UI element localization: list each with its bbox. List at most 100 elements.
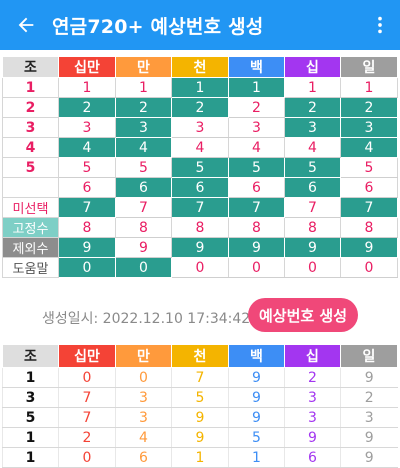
result-cell-2-5: 3 bbox=[284, 407, 341, 428]
number-selection-grid: 조 십만 만 천 백 십 일 1 1 1 1 1 1 1 2 2 2 2 2 2 2 3 3 3 3 3 3 3 4 4 4 4 4 4 4 5 5 5 5… bbox=[2, 56, 398, 278]
result-cell-2-1: 7 bbox=[58, 407, 116, 428]
grid-cell-6-2[interactable]: 7 bbox=[171, 197, 229, 218]
grid-cell-5-4[interactable]: 6 bbox=[284, 177, 341, 198]
result-cell-1-5: 3 bbox=[284, 387, 341, 408]
result-header-2: 만 bbox=[115, 344, 172, 368]
grid-row-label-1: 2 bbox=[2, 97, 59, 118]
grid-row-label-8[interactable]: 제외수 bbox=[2, 237, 59, 258]
grid-cell-9-1[interactable]: 0 bbox=[115, 257, 172, 278]
grid-header-1: 십만 bbox=[58, 56, 116, 78]
grid-cell-0-5[interactable]: 1 bbox=[340, 77, 398, 98]
grid-cell-8-5[interactable]: 9 bbox=[340, 237, 398, 258]
grid-cell-4-0[interactable]: 5 bbox=[58, 157, 116, 178]
grid-cell-6-5[interactable]: 7 bbox=[340, 197, 398, 218]
back-button[interactable] bbox=[0, 0, 52, 50]
grid-cell-3-4[interactable]: 4 bbox=[284, 137, 341, 158]
result-cell-4-2: 6 bbox=[115, 447, 172, 468]
grid-cell-3-1[interactable]: 4 bbox=[115, 137, 172, 158]
grid-cell-2-0[interactable]: 3 bbox=[58, 117, 116, 138]
grid-cell-0-4[interactable]: 1 bbox=[284, 77, 341, 98]
grid-cell-1-3[interactable]: 2 bbox=[228, 97, 285, 118]
result-cell-2-4: 9 bbox=[228, 407, 285, 428]
grid-cell-3-5[interactable]: 4 bbox=[340, 137, 398, 158]
grid-cell-2-3[interactable]: 3 bbox=[228, 117, 285, 138]
generate-button[interactable]: 예상번호 생성 bbox=[248, 298, 358, 332]
grid-cell-0-2[interactable]: 1 bbox=[171, 77, 229, 98]
result-row: 3735932 bbox=[2, 387, 398, 408]
result-cell-1-0: 3 bbox=[2, 387, 59, 408]
grid-cell-8-1[interactable]: 9 bbox=[115, 237, 172, 258]
result-cell-1-4: 9 bbox=[228, 387, 285, 408]
grid-cell-9-0[interactable]: 0 bbox=[58, 257, 116, 278]
grid-cell-5-3[interactable]: 6 bbox=[228, 177, 285, 198]
app-bar: 연금720+ 예상번호 생성 bbox=[0, 0, 400, 50]
result-cell-3-1: 2 bbox=[58, 427, 116, 448]
grid-cell-9-5[interactable]: 0 bbox=[340, 257, 398, 278]
grid-cell-7-3[interactable]: 8 bbox=[228, 217, 285, 238]
grid-cell-7-4[interactable]: 8 bbox=[284, 217, 341, 238]
grid-cell-2-5[interactable]: 3 bbox=[340, 117, 398, 138]
result-cell-3-3: 9 bbox=[171, 427, 229, 448]
grid-cell-8-4[interactable]: 9 bbox=[284, 237, 341, 258]
grid-cell-8-2[interactable]: 9 bbox=[171, 237, 229, 258]
result-row: 1061169 bbox=[2, 447, 398, 468]
grid-cell-6-4[interactable]: 7 bbox=[284, 197, 341, 218]
grid-cell-8-3[interactable]: 9 bbox=[228, 237, 285, 258]
grid-cell-7-1[interactable]: 8 bbox=[115, 217, 172, 238]
result-cell-3-6: 9 bbox=[340, 427, 398, 448]
grid-cell-1-4[interactable]: 2 bbox=[284, 97, 341, 118]
grid-cell-1-0[interactable]: 2 bbox=[58, 97, 116, 118]
grid-row-label-9[interactable]: 도움말 bbox=[2, 257, 59, 278]
grid-cell-4-5[interactable]: 5 bbox=[340, 157, 398, 178]
grid-row-label-6[interactable]: 미선택 bbox=[2, 197, 59, 218]
grid-cell-5-5[interactable]: 6 bbox=[340, 177, 398, 198]
grid-cell-2-4[interactable]: 3 bbox=[284, 117, 341, 138]
grid-cell-0-0[interactable]: 1 bbox=[58, 77, 116, 98]
grid-header-2: 만 bbox=[115, 56, 172, 78]
grid-row-label-4: 5 bbox=[2, 157, 59, 178]
grid-cell-4-1[interactable]: 5 bbox=[115, 157, 172, 178]
result-header-3: 천 bbox=[171, 344, 229, 368]
results-table: 조 십만 만 천 백 십 일 1 0 0 7 9 2 9 3 7 3 5 9 3 2 5 7 3 9 9 3 3 1 2 4 9 5 9 9 1 0 6 1… bbox=[2, 344, 398, 468]
grid-cell-6-1[interactable]: 7 bbox=[115, 197, 172, 218]
grid-cell-4-4[interactable]: 5 bbox=[284, 157, 341, 178]
result-cell-0-1: 0 bbox=[58, 367, 116, 388]
grid-cell-6-0[interactable]: 7 bbox=[58, 197, 116, 218]
grid-cell-1-2[interactable]: 2 bbox=[171, 97, 229, 118]
grid-cell-1-1[interactable]: 2 bbox=[115, 97, 172, 118]
grid-row-label-5 bbox=[2, 177, 59, 198]
grid-cell-1-5[interactable]: 2 bbox=[340, 97, 398, 118]
grid-cell-8-0[interactable]: 9 bbox=[58, 237, 116, 258]
grid-cell-9-4[interactable]: 0 bbox=[284, 257, 341, 278]
result-header-5: 십 bbox=[284, 344, 341, 368]
grid-cell-5-1[interactable]: 6 bbox=[115, 177, 172, 198]
grid-cell-0-3[interactable]: 1 bbox=[228, 77, 285, 98]
result-header-0: 조 bbox=[2, 344, 59, 368]
grid-cell-5-0[interactable]: 6 bbox=[58, 177, 116, 198]
grid-cell-7-0[interactable]: 8 bbox=[58, 217, 116, 238]
grid-cell-4-3[interactable]: 5 bbox=[228, 157, 285, 178]
grid-cell-9-2[interactable]: 0 bbox=[171, 257, 229, 278]
grid-cell-5-2[interactable]: 6 bbox=[171, 177, 229, 198]
result-cell-3-5: 9 bbox=[284, 427, 341, 448]
grid-cell-9-3[interactable]: 0 bbox=[228, 257, 285, 278]
overflow-menu-button[interactable] bbox=[360, 0, 400, 50]
grid-cell-3-0[interactable]: 4 bbox=[58, 137, 116, 158]
result-cell-2-0: 5 bbox=[2, 407, 59, 428]
grid-cell-0-1[interactable]: 1 bbox=[115, 77, 172, 98]
grid-cell-7-5[interactable]: 8 bbox=[340, 217, 398, 238]
result-cell-3-4: 5 bbox=[228, 427, 285, 448]
page-title: 연금720+ 예상번호 생성 bbox=[52, 15, 264, 38]
grid-cell-2-2[interactable]: 3 bbox=[171, 117, 229, 138]
grid-cell-3-3[interactable]: 4 bbox=[228, 137, 285, 158]
grid-header-0: 조 bbox=[2, 56, 59, 78]
grid-cell-7-2[interactable]: 8 bbox=[171, 217, 229, 238]
grid-header-3: 천 bbox=[171, 56, 229, 78]
grid-row-label-7[interactable]: 고정수 bbox=[2, 217, 59, 238]
grid-cell-3-2[interactable]: 4 bbox=[171, 137, 229, 158]
grid-cell-2-1[interactable]: 3 bbox=[115, 117, 172, 138]
grid-cell-6-3[interactable]: 7 bbox=[228, 197, 285, 218]
result-cell-0-6: 9 bbox=[340, 367, 398, 388]
grid-cell-4-2[interactable]: 5 bbox=[171, 157, 229, 178]
arrow-back-icon bbox=[18, 17, 34, 33]
